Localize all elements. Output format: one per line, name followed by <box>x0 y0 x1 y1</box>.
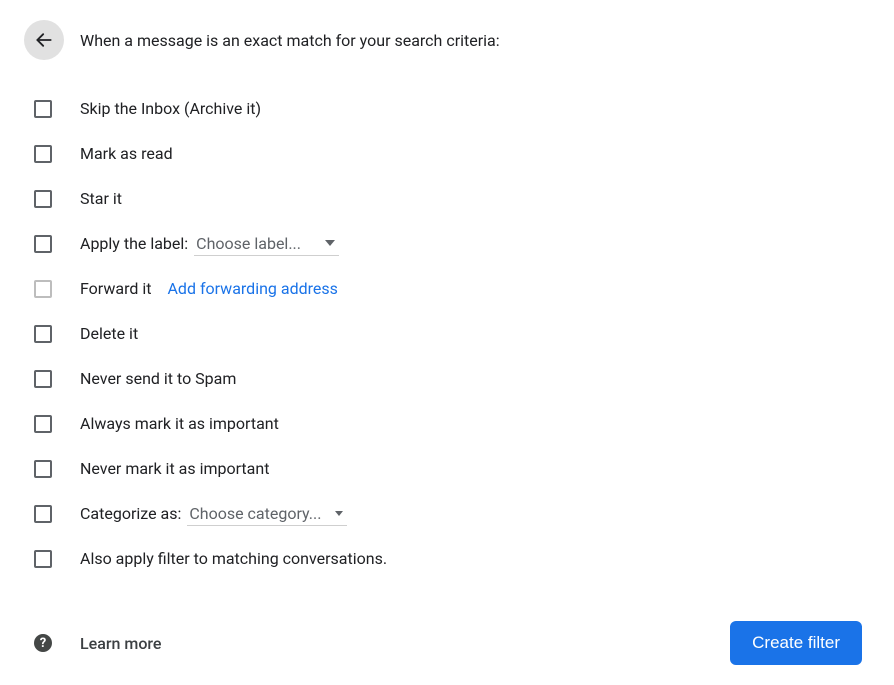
label-star-it: Star it <box>80 189 122 208</box>
select-categorize[interactable]: Choose category... <box>187 502 347 526</box>
header-row: When a message is an exact match for you… <box>24 20 870 60</box>
checkbox-never-important[interactable] <box>34 460 52 478</box>
chevron-down-icon <box>335 511 343 516</box>
option-mark-read: Mark as read <box>34 131 870 176</box>
option-never-important: Never mark it as important <box>34 446 870 491</box>
label-delete-it: Delete it <box>80 324 138 343</box>
option-delete-it: Delete it <box>34 311 870 356</box>
checkbox-never-spam[interactable] <box>34 370 52 388</box>
label-never-spam: Never send it to Spam <box>80 369 236 388</box>
checkbox-star-it[interactable] <box>34 190 52 208</box>
select-categorize-text: Choose category... <box>189 504 321 523</box>
checkbox-mark-read[interactable] <box>34 145 52 163</box>
option-categorize-as: Categorize as: Choose category... <box>34 491 870 536</box>
option-forward-it: Forward it Add forwarding address <box>34 266 870 311</box>
categorize-group: Categorize as: Choose category... <box>80 502 347 526</box>
checkbox-also-apply[interactable] <box>34 550 52 568</box>
option-apply-label: Apply the label: Choose label... <box>34 221 870 266</box>
option-always-important: Always mark it as important <box>34 401 870 446</box>
option-skip-inbox: Skip the Inbox (Archive it) <box>34 86 870 131</box>
checkbox-apply-label[interactable] <box>34 235 52 253</box>
footer-left: ? Learn more <box>34 634 161 653</box>
option-never-spam: Never send it to Spam <box>34 356 870 401</box>
label-categorize-as: Categorize as: <box>80 504 181 523</box>
header-title: When a message is an exact match for you… <box>80 31 500 50</box>
label-skip-inbox: Skip the Inbox (Archive it) <box>80 99 261 118</box>
arrow-left-icon <box>34 30 54 50</box>
checkbox-delete-it[interactable] <box>34 325 52 343</box>
footer-row: ? Learn more Create filter <box>34 621 870 665</box>
back-button[interactable] <box>24 20 64 60</box>
forward-group: Forward it Add forwarding address <box>80 279 338 298</box>
apply-label-group: Apply the label: Choose label... <box>80 232 339 256</box>
help-icon: ? <box>34 634 52 652</box>
filter-actions-panel: When a message is an exact match for you… <box>0 0 894 685</box>
label-apply-label: Apply the label: <box>80 234 188 253</box>
options-list: Skip the Inbox (Archive it) Mark as read… <box>34 86 870 581</box>
option-also-apply: Also apply filter to matching conversati… <box>34 536 870 581</box>
create-filter-button[interactable]: Create filter <box>730 621 862 665</box>
checkbox-skip-inbox[interactable] <box>34 100 52 118</box>
select-apply-label-text: Choose label... <box>196 234 301 253</box>
select-apply-label[interactable]: Choose label... <box>194 232 339 256</box>
link-add-forwarding[interactable]: Add forwarding address <box>167 279 337 298</box>
label-always-important: Always mark it as important <box>80 414 279 433</box>
chevron-down-icon <box>325 240 335 246</box>
checkbox-forward-it <box>34 280 52 298</box>
label-mark-read: Mark as read <box>80 144 173 163</box>
label-forward-it: Forward it <box>80 279 151 298</box>
checkbox-always-important[interactable] <box>34 415 52 433</box>
checkbox-categorize-as[interactable] <box>34 505 52 523</box>
option-star-it: Star it <box>34 176 870 221</box>
label-also-apply: Also apply filter to matching conversati… <box>80 549 387 568</box>
learn-more-link[interactable]: Learn more <box>80 634 161 653</box>
label-never-important: Never mark it as important <box>80 459 269 478</box>
